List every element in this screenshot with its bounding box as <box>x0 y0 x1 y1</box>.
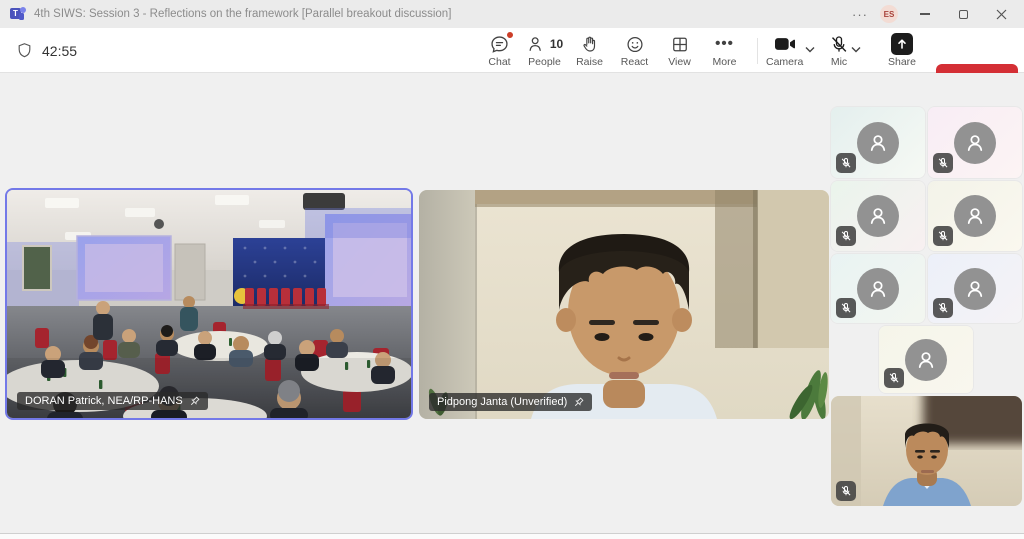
raise-label: Raise <box>576 56 603 68</box>
participant-name-label: DORAN Patrick, NEA/RP-HANS <box>17 392 208 410</box>
avatar-person-icon <box>857 122 899 164</box>
chat-button[interactable]: Chat <box>477 30 522 72</box>
meeting-timer: 42:55 <box>16 28 77 73</box>
mic-group: Mic <box>829 30 861 68</box>
share-label: Share <box>888 56 916 68</box>
mic-muted-badge <box>836 298 856 318</box>
mic-muted-badge <box>933 298 953 318</box>
teams-logo-bar <box>19 13 24 20</box>
more-label: More <box>713 56 737 68</box>
avatar-person-icon <box>857 268 899 310</box>
video-tile-webcam-small[interactable] <box>831 396 1022 506</box>
view-button[interactable]: View <box>657 30 702 72</box>
view-label: View <box>668 56 691 68</box>
mic-muted-badge <box>836 226 856 246</box>
avatar-person-icon <box>954 268 996 310</box>
mic-label: Mic <box>831 56 847 68</box>
raise-hand-button[interactable]: Raise <box>567 30 612 72</box>
mic-chevron-icon[interactable] <box>851 40 861 58</box>
titlebar: T 4th SIWS: Session 3 - Reflections on t… <box>0 0 1024 28</box>
react-button[interactable]: React <box>612 30 657 72</box>
mic-button[interactable]: Mic <box>829 30 849 68</box>
camera-chevron-icon[interactable] <box>805 40 815 58</box>
react-smiley-icon <box>625 33 645 55</box>
participant-tile[interactable] <box>928 181 1022 251</box>
react-label: React <box>621 56 648 68</box>
participant-count: 10 <box>550 37 563 51</box>
people-button[interactable]: 10 People <box>522 30 567 72</box>
window-title: 4th SIWS: Session 3 - Reflections on the… <box>34 8 451 20</box>
close-button[interactable] <box>984 2 1018 26</box>
participant-tile[interactable] <box>831 254 925 323</box>
share-icon <box>891 33 913 55</box>
minimize-icon <box>920 13 930 14</box>
participant-name: DORAN Patrick, NEA/RP-HANS <box>25 395 183 407</box>
mic-muted-badge <box>933 153 953 173</box>
pin-icon[interactable] <box>573 397 584 408</box>
teams-meeting-window: T 4th SIWS: Session 3 - Reflections on t… <box>0 0 1024 539</box>
participant-tile[interactable] <box>928 254 1022 323</box>
toolbar-buttons: Chat 10 People Raise <box>477 30 747 72</box>
camera-button[interactable]: Camera <box>766 30 803 68</box>
raise-hand-icon <box>580 33 600 55</box>
camera-group: Camera <box>766 30 815 68</box>
meeting-toolbar: 42:55 Chat 10 People <box>0 28 1024 73</box>
participant-tile[interactable] <box>928 107 1022 178</box>
mic-muted-badge <box>933 226 953 246</box>
mic-muted-badge <box>836 481 856 501</box>
participant-tile[interactable] <box>879 326 973 393</box>
participant-name: Pidpong Janta (Unverified) <box>437 396 567 408</box>
mic-muted-icon <box>829 33 849 55</box>
conference-room-video <box>7 190 411 418</box>
people-icon: 10 <box>526 33 563 55</box>
chat-icon <box>489 33 510 55</box>
avatar-person-icon <box>954 195 996 237</box>
timer-value: 42:55 <box>42 43 77 59</box>
avatar-person-icon <box>954 122 996 164</box>
bottom-edge-strip <box>0 533 1024 539</box>
titlebar-more-icon[interactable]: ··· <box>844 7 876 22</box>
chat-unread-badge <box>507 32 513 38</box>
share-group: Share <box>888 30 916 68</box>
teams-logo-icon: T <box>10 6 26 22</box>
titlebar-left: T 4th SIWS: Session 3 - Reflections on t… <box>10 6 451 22</box>
camera-icon <box>773 33 797 55</box>
participant-tile[interactable] <box>831 181 925 251</box>
mic-muted-badge <box>836 153 856 173</box>
mic-muted-badge <box>884 368 904 388</box>
view-grid-icon <box>670 33 690 55</box>
more-button[interactable]: ••• More <box>702 30 747 72</box>
webcam-video-small <box>831 396 1022 506</box>
profile-avatar[interactable]: ES <box>880 5 898 23</box>
more-dots-icon: ••• <box>715 39 734 49</box>
video-tile-pidpong[interactable]: Pidpong Janta (Unverified) <box>419 190 829 419</box>
people-label: People <box>528 56 561 68</box>
video-tile-doran[interactable]: DORAN Patrick, NEA/RP-HANS <box>5 188 413 420</box>
minimize-button[interactable] <box>908 2 942 26</box>
restore-icon <box>959 10 968 19</box>
webcam-video <box>419 190 829 419</box>
camera-label: Camera <box>766 56 803 68</box>
share-button[interactable]: Share <box>888 30 916 68</box>
close-icon <box>996 9 1007 20</box>
shield-icon <box>16 41 33 60</box>
chat-label: Chat <box>488 56 510 68</box>
avatar-person-icon <box>857 195 899 237</box>
pin-icon[interactable] <box>189 396 200 407</box>
maximize-button[interactable] <box>946 2 980 26</box>
toolbar-divider <box>757 38 758 64</box>
titlebar-right: ··· ES <box>844 2 1018 26</box>
participant-tile[interactable] <box>831 107 925 178</box>
avatar-person-icon <box>905 339 947 381</box>
participant-name-label: Pidpong Janta (Unverified) <box>429 393 592 411</box>
